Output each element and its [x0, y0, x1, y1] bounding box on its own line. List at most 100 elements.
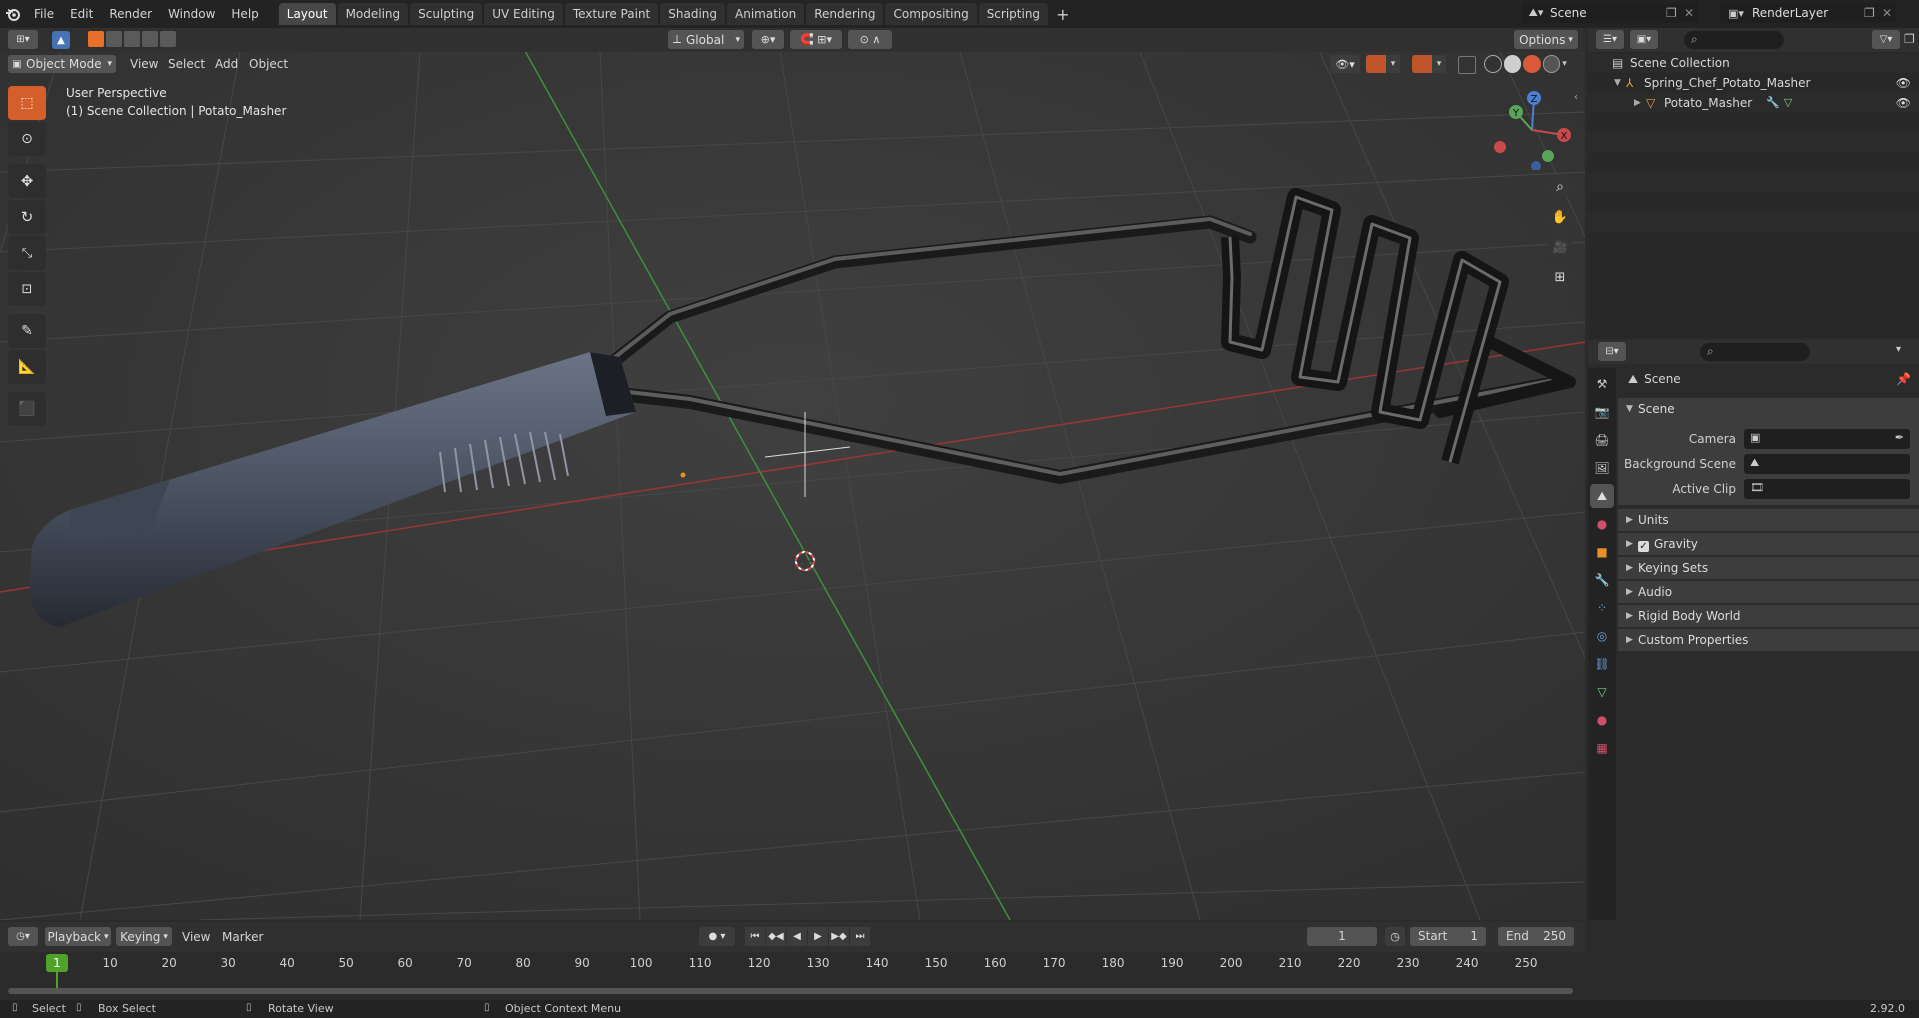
tab-animation[interactable]: Animation [727, 3, 805, 25]
wireframe-shading-icon[interactable] [1484, 55, 1502, 73]
delete-scene-icon[interactable]: ✕ [1684, 6, 1698, 20]
xray-toggle-icon[interactable] [1458, 56, 1476, 74]
gizmo-toggle[interactable]: ▾ [1366, 55, 1402, 73]
keying-dropdown[interactable]: Keying ▾ [116, 927, 172, 946]
menu-render[interactable]: Render [101, 0, 160, 28]
tab-uv-editing[interactable]: UV Editing [484, 3, 563, 25]
snap-dropdown[interactable]: 🧲 ⊞▾ [790, 30, 842, 49]
chevron-down-icon[interactable]: ▾ [1386, 55, 1400, 73]
scene-selector[interactable]: ⛰▾ Scene ❐ ✕ [1522, 3, 1698, 23]
particles-tab-icon[interactable]: ⁘ [1590, 596, 1614, 620]
pivot-dropdown[interactable]: ⊕▾ [752, 30, 784, 49]
visibility-dropdown[interactable]: 👁▾ [1330, 55, 1360, 73]
next-keyframe-icon[interactable]: ▶◆ [829, 927, 849, 946]
active-clip-field[interactable]: 🎞 [1744, 478, 1910, 499]
overlay-icon[interactable] [1412, 55, 1432, 73]
current-frame-marker[interactable]: 1 [46, 954, 68, 972]
sidebar-toggle-chevron-icon[interactable]: ‹ [1574, 92, 1578, 103]
chevron-down-icon[interactable]: ▾ [1432, 55, 1446, 73]
object-tab-icon[interactable]: ■ [1590, 540, 1614, 564]
panel-scene-header[interactable]: ▼ Scene [1618, 398, 1919, 420]
tab-scripting[interactable]: Scripting [978, 3, 1049, 25]
scene-tab-icon[interactable]: ⛰ [1590, 484, 1614, 508]
auto-keying-icon[interactable]: ● ▾ [699, 927, 735, 946]
rotate-tool-icon[interactable]: ↻ [8, 200, 46, 234]
viewport-menu-add[interactable]: Add [215, 57, 238, 71]
material-tab-icon[interactable]: ● [1590, 708, 1614, 732]
data-tab-icon[interactable]: ▽ [1590, 680, 1614, 704]
rendered-shading-icon[interactable] [1542, 55, 1561, 73]
mode-extend-icon[interactable] [106, 31, 122, 47]
material-shading-icon[interactable] [1523, 55, 1541, 73]
scale-tool-icon[interactable]: ⤡ [8, 236, 46, 270]
add-cube-tool-icon[interactable]: ⬛ [8, 392, 46, 426]
filter-icon[interactable]: ▽▾ [1872, 30, 1900, 49]
selection-mode-group[interactable] [88, 31, 180, 49]
start-frame-field[interactable]: Start 1 [1410, 927, 1486, 946]
new-collection-icon[interactable]: ❐ [1904, 32, 1915, 46]
expand-chevron-icon[interactable]: ▶ [1634, 93, 1646, 113]
end-frame-field[interactable]: End 250 [1498, 927, 1574, 946]
menu-window[interactable]: Window [160, 0, 223, 28]
tree-row-scene-collection[interactable]: ▤ Scene Collection [1588, 53, 1919, 73]
panel-keying-sets-header[interactable]: ▶ Keying Sets [1618, 557, 1919, 579]
modifier-tab-icon[interactable]: 🔧 [1590, 568, 1614, 592]
proportional-edit-button[interactable]: ⊙ ∧ [848, 30, 892, 49]
playback-dropdown[interactable]: Playback ▾ [45, 927, 111, 946]
mode-invert-icon[interactable] [142, 31, 158, 47]
navigation-gizmo[interactable]: Z X Y [1492, 90, 1572, 171]
perspective-grid-icon[interactable]: ⊞ [1547, 264, 1573, 290]
camera-view-icon[interactable]: 🎥 [1547, 234, 1573, 260]
select-box-tool-icon[interactable]: ⬚ [8, 86, 46, 120]
mesh-data-icon[interactable]: ▽ [1784, 93, 1792, 113]
view-layer-tab-icon[interactable]: 🖼 [1590, 456, 1614, 480]
blender-logo-icon[interactable] [0, 0, 26, 28]
outliner-search-input[interactable]: ⌕ [1684, 31, 1784, 49]
prev-keyframe-icon[interactable]: ◆◀ [766, 927, 786, 946]
panel-rigid-body-header[interactable]: ▶ Rigid Body World [1618, 605, 1919, 627]
preview-range-clock-icon[interactable]: ◷ [1385, 927, 1405, 946]
add-workspace-button[interactable]: + [1050, 5, 1075, 24]
overlay-toggle[interactable]: ▾ [1412, 55, 1448, 73]
display-mode-button[interactable]: ▣▾ [1630, 30, 1658, 49]
gizmo-icon[interactable] [1366, 55, 1386, 73]
viewport-menu-object[interactable]: Object [249, 57, 288, 71]
panel-units-header[interactable]: ▶ Units [1618, 509, 1919, 531]
cursor-tool-icon[interactable]: ⊙ [8, 122, 46, 156]
output-tab-icon[interactable]: 🖨 [1590, 428, 1614, 452]
eye-icon[interactable]: 👁 [1896, 73, 1911, 93]
menu-edit[interactable]: Edit [62, 0, 101, 28]
orientation-dropdown[interactable]: ⟂ Global ▾ [668, 30, 744, 49]
outliner-editor-type-button[interactable]: ☰▾ [1596, 30, 1624, 49]
tool-tab-icon[interactable]: ⚒ [1590, 372, 1614, 396]
eye-icon[interactable]: 👁 [1896, 93, 1911, 113]
move-tool-icon[interactable]: ✥ [8, 164, 46, 198]
mode-dropdown[interactable]: ▣ Object Mode ▾ [8, 55, 116, 73]
tab-shading[interactable]: Shading [660, 3, 725, 25]
mode-intersect-icon[interactable] [160, 31, 176, 47]
texture-tab-icon[interactable]: ▦ [1590, 736, 1614, 760]
timeline-menu-view[interactable]: View [182, 930, 210, 944]
shading-modes[interactable]: ▾ [1484, 55, 1574, 73]
eyedropper-icon[interactable]: ✒ [1895, 431, 1904, 444]
tab-modeling[interactable]: Modeling [337, 3, 409, 25]
expand-chevron-icon[interactable]: ▼ [1614, 73, 1626, 93]
background-scene-field[interactable]: ⛰ [1744, 453, 1910, 474]
timeline-scrollbar[interactable] [8, 988, 1573, 994]
solid-shading-icon[interactable] [1503, 55, 1522, 73]
pin-icon[interactable]: 📌 [1896, 372, 1911, 386]
viewport-scene[interactable] [0, 52, 1585, 920]
play-reverse-icon[interactable]: ◀ [787, 927, 807, 946]
constraints-tab-icon[interactable]: ⛓ [1590, 652, 1614, 676]
current-frame-field[interactable]: 1 [1307, 927, 1377, 946]
timeline-editor-type-button[interactable]: ◷▾ [8, 927, 38, 946]
tree-row-collection[interactable]: ▼ ⅄ Spring_Chef_Potato_Masher 👁 [1588, 73, 1919, 93]
new-scene-icon[interactable]: ❐ [1666, 6, 1684, 20]
jump-end-icon[interactable]: ⏭ [850, 927, 870, 946]
options-chevron-icon[interactable]: ▾ [1896, 344, 1901, 355]
panel-custom-properties-header[interactable]: ▶ Custom Properties [1618, 629, 1919, 651]
renderlayer-selector[interactable]: ▣▾ RenderLayer ❐ ✕ [1720, 3, 1896, 23]
menu-file[interactable]: File [26, 0, 62, 28]
measure-tool-icon[interactable]: 📐 [8, 350, 46, 384]
mode-subtract-icon[interactable] [124, 31, 140, 47]
